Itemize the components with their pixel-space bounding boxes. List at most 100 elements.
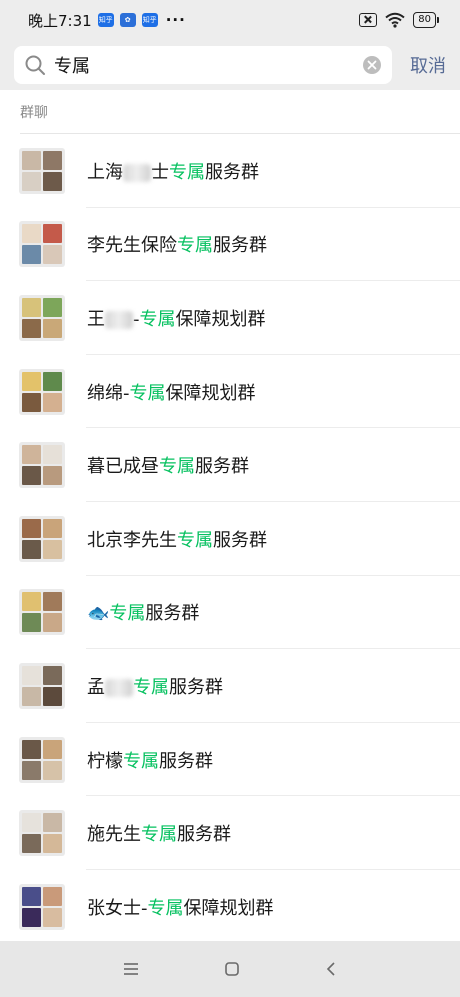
group-chat-row[interactable]: 李先生保险专属服务群 bbox=[0, 208, 460, 282]
system-nav-bar bbox=[0, 941, 460, 997]
baidu-paw-icon: ✿ bbox=[119, 13, 136, 27]
search-box[interactable]: 专属 bbox=[14, 46, 392, 84]
group-name-suffix: 服务群 bbox=[213, 235, 267, 257]
search-match-highlight: 专属 bbox=[147, 897, 184, 919]
group-avatar bbox=[19, 736, 65, 783]
group-name: 张女士-专属保障规划群 bbox=[87, 894, 274, 920]
group-name-suffix: 服务群 bbox=[205, 161, 259, 183]
member-avatar-tile bbox=[43, 466, 62, 486]
group-chat-row[interactable]: 孟 专属服务群 bbox=[0, 649, 460, 723]
group-chat-row[interactable]: 上海 士专属服务群 bbox=[0, 134, 460, 208]
member-avatar-tile bbox=[43, 665, 62, 685]
group-chat-row[interactable]: 王 -专属保障规划群 bbox=[0, 281, 460, 355]
group-name-suffix: 服务群 bbox=[145, 603, 200, 625]
member-avatar-tile bbox=[43, 686, 62, 706]
group-chat-row[interactable]: 施先生专属服务群 bbox=[0, 796, 460, 870]
group-chat-row[interactable]: 张女士-专属保障规划群 bbox=[0, 870, 460, 944]
group-name: 李先生保险专属服务群 bbox=[87, 231, 267, 257]
group-avatar bbox=[19, 589, 65, 636]
home-icon[interactable] bbox=[223, 960, 241, 978]
member-avatar-tile bbox=[22, 224, 41, 244]
member-avatar-tile bbox=[43, 886, 62, 906]
member-avatar-tile bbox=[22, 813, 41, 833]
group-name-suffix: 保障规划群 bbox=[183, 897, 274, 919]
group-name-prefix: 柠檬 bbox=[87, 750, 123, 772]
search-bar: 专属 取消 bbox=[0, 40, 460, 90]
member-avatar-tile bbox=[22, 665, 41, 685]
group-name-prefix: 施先生 bbox=[87, 824, 141, 846]
member-avatar-tile bbox=[22, 760, 41, 780]
menu-icon[interactable] bbox=[122, 962, 140, 976]
group-avatar bbox=[19, 883, 65, 930]
group-avatar bbox=[19, 662, 65, 709]
group-name: 暮已成昼专属服务群 bbox=[87, 452, 249, 478]
more-notifications-icon: ··· bbox=[165, 11, 186, 29]
group-name-prefix: 绵绵- bbox=[87, 382, 130, 404]
search-match-highlight: 专属 bbox=[109, 603, 146, 625]
masked-text bbox=[105, 678, 133, 697]
section-header: 群聊 bbox=[0, 90, 460, 134]
group-name-suffix: 服务群 bbox=[213, 529, 267, 551]
group-chat-row[interactable]: 🐟专属服务群 bbox=[0, 576, 460, 650]
status-bar: 晚上7:31 知乎 ✿ 知乎 ··· 80 bbox=[0, 0, 460, 40]
member-avatar-tile bbox=[22, 466, 41, 486]
member-avatar-tile bbox=[43, 224, 62, 244]
member-avatar-tile bbox=[22, 371, 41, 391]
member-avatar-tile bbox=[43, 539, 62, 559]
group-name-prefix: 李先生保险 bbox=[87, 235, 177, 257]
group-name: 北京李先生专属服务群 bbox=[87, 526, 267, 552]
back-icon[interactable] bbox=[324, 960, 338, 978]
group-chat-row[interactable]: 暮已成昼专属服务群 bbox=[0, 428, 460, 502]
search-input[interactable]: 专属 bbox=[54, 52, 362, 78]
member-avatar-tile bbox=[22, 613, 41, 633]
masked-text bbox=[105, 310, 133, 329]
member-avatar-tile bbox=[43, 834, 62, 854]
member-avatar-tile bbox=[22, 686, 41, 706]
group-name-prefix: 暮已成昼 bbox=[87, 456, 159, 478]
status-time: 晚上7:31 bbox=[28, 11, 92, 30]
group-name-prefix: 张女士- bbox=[87, 897, 148, 919]
group-name-suffix: 服务群 bbox=[169, 676, 223, 698]
cancel-button[interactable]: 取消 bbox=[410, 52, 446, 78]
group-avatar bbox=[19, 368, 65, 415]
group-name: 孟 专属服务群 bbox=[87, 673, 223, 699]
group-chat-row[interactable]: 绵绵-专属保障规划群 bbox=[0, 355, 460, 429]
member-avatar-tile bbox=[43, 392, 62, 412]
member-avatar-tile bbox=[43, 907, 62, 927]
member-avatar-tile bbox=[22, 245, 41, 265]
clear-icon[interactable] bbox=[362, 55, 382, 75]
battery-indicator: 80 bbox=[413, 12, 439, 28]
group-list: 上海 士专属服务群 李先生保险专属服务群王 -专属保障规划群 绵绵-专属保障规划群 暮已成… bbox=[0, 134, 460, 944]
member-avatar-tile bbox=[22, 592, 41, 612]
masked-text bbox=[123, 163, 151, 182]
no-sim-icon bbox=[359, 13, 378, 27]
member-avatar-tile bbox=[43, 318, 62, 338]
group-avatar bbox=[19, 221, 65, 268]
group-name-prefix: 北京李先生 bbox=[87, 529, 177, 551]
member-avatar-tile bbox=[22, 318, 41, 338]
member-avatar-tile bbox=[22, 392, 41, 412]
group-chat-row[interactable]: 柠檬专属服务群 bbox=[0, 723, 460, 797]
search-match-highlight: 专属 bbox=[177, 235, 213, 257]
group-avatar bbox=[19, 515, 65, 562]
group-name-prefix: 孟 bbox=[87, 676, 105, 698]
member-avatar-tile bbox=[22, 907, 41, 927]
member-avatar-tile bbox=[43, 739, 62, 759]
member-avatar-tile bbox=[22, 539, 41, 559]
member-avatar-tile bbox=[43, 613, 62, 633]
group-name-suffix: 服务群 bbox=[159, 750, 213, 772]
member-avatar-tile bbox=[43, 150, 62, 170]
group-name-suffix: 保障规划群 bbox=[175, 308, 266, 330]
group-chat-row[interactable]: 北京李先生专属服务群 bbox=[0, 502, 460, 576]
group-name-prefix: 王 bbox=[87, 308, 105, 330]
member-avatar-tile bbox=[22, 150, 41, 170]
group-avatar bbox=[19, 442, 65, 489]
search-match-highlight: 专属 bbox=[169, 161, 205, 183]
group-name-suffix: 保障规划群 bbox=[165, 382, 256, 404]
search-match-highlight: 专属 bbox=[141, 824, 177, 846]
member-avatar-tile bbox=[22, 445, 41, 465]
member-avatar-tile bbox=[22, 297, 41, 317]
search-match-highlight: 专属 bbox=[133, 676, 169, 698]
search-match-highlight: 专属 bbox=[129, 382, 166, 404]
group-name: 上海 士专属服务群 bbox=[87, 158, 259, 184]
